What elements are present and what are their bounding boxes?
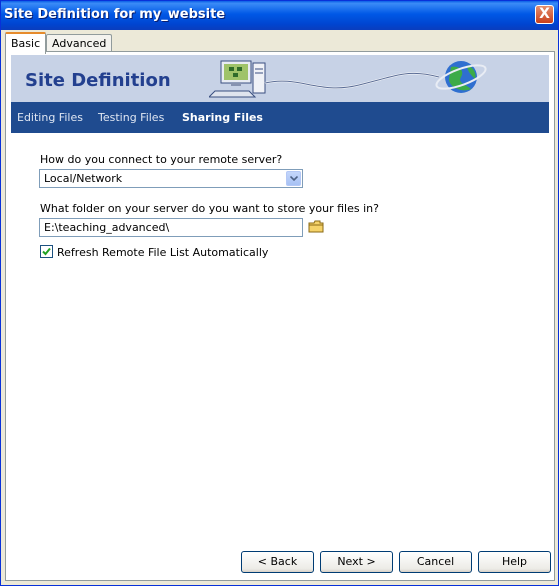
wizard-steps: Editing Files Testing Files Sharing File… xyxy=(11,102,549,133)
help-button[interactable]: Help xyxy=(478,551,551,573)
back-button[interactable]: < Back xyxy=(241,551,314,573)
tab-panel: Site Definition Editing Files Testing Fi… xyxy=(5,51,555,581)
tab-basic[interactable]: Basic xyxy=(5,32,47,54)
step-editing-files[interactable]: Editing Files xyxy=(17,111,83,124)
step-testing-files[interactable]: Testing Files xyxy=(98,111,164,124)
chevron-down-icon[interactable] xyxy=(286,171,301,186)
window-title: Site Definition for my_website xyxy=(4,7,226,22)
remote-folder-field[interactable]: E:\teaching_advanced\ xyxy=(39,218,303,237)
site-definition-dialog: Site Definition for my_website X Basic A… xyxy=(0,0,559,586)
computer-globe-graphic xyxy=(209,60,487,98)
connect-question-label: How do you connect to your remote server… xyxy=(40,153,283,166)
remote-folder-value: E:\teaching_advanced\ xyxy=(44,221,170,234)
wizard-banner: Site Definition xyxy=(11,55,549,102)
refresh-checkbox-label[interactable]: Refresh Remote File List Automatically xyxy=(57,246,268,259)
cancel-button[interactable]: Cancel xyxy=(399,551,472,573)
close-icon: X xyxy=(539,6,550,22)
connection-type-value: Local/Network xyxy=(44,172,123,185)
connection-type-select[interactable]: Local/Network xyxy=(39,169,303,188)
refresh-checkbox[interactable] xyxy=(40,245,53,258)
folder-question-label: What folder on your server do you want t… xyxy=(40,202,379,215)
tab-advanced[interactable]: Advanced xyxy=(46,34,113,52)
next-button[interactable]: Next > xyxy=(320,551,393,573)
banner-title: Site Definition xyxy=(25,70,171,91)
close-button[interactable]: X xyxy=(535,5,554,24)
step-sharing-files[interactable]: Sharing Files xyxy=(182,111,263,124)
title-bar[interactable]: Site Definition for my_website X xyxy=(1,1,558,30)
folder-icon[interactable] xyxy=(308,220,324,234)
